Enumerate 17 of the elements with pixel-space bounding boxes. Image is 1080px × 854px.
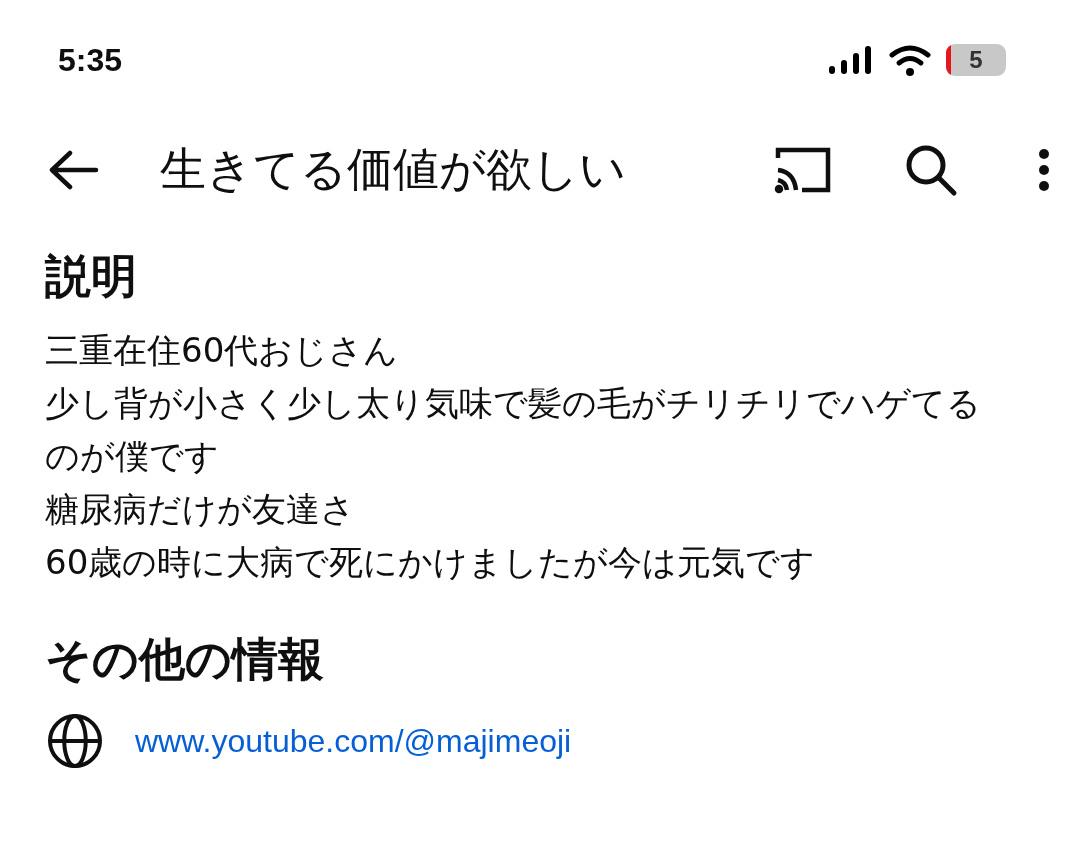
- section-heading: 説明: [45, 248, 138, 305]
- battery-fill: [946, 44, 951, 76]
- channel-link[interactable]: www.youtube.com/@majimeoji: [135, 722, 572, 760]
- description-line: 少し背が小さく少し太り気味で髪の毛がチリチリでハゲてるのが僕です: [45, 382, 982, 478]
- status-time: 5:35: [58, 41, 123, 79]
- globe-icon: [45, 711, 105, 771]
- signal-icon: [828, 45, 874, 75]
- back-icon[interactable]: [48, 150, 100, 190]
- description-line: 60歳の時に大病で死にかけましたが今は元気です: [45, 541, 817, 584]
- wifi-icon: [888, 43, 932, 77]
- search-icon[interactable]: [904, 143, 958, 197]
- battery-level: 5: [969, 46, 983, 74]
- description-line: 三重在住60代おじさん: [45, 329, 400, 372]
- more-icon[interactable]: [1038, 148, 1050, 192]
- page-title: 生きてる価値が欲しい: [160, 141, 627, 198]
- section-heading: その他の情報: [45, 631, 325, 688]
- description-line: 糖尿病だけが友達さ: [45, 488, 356, 531]
